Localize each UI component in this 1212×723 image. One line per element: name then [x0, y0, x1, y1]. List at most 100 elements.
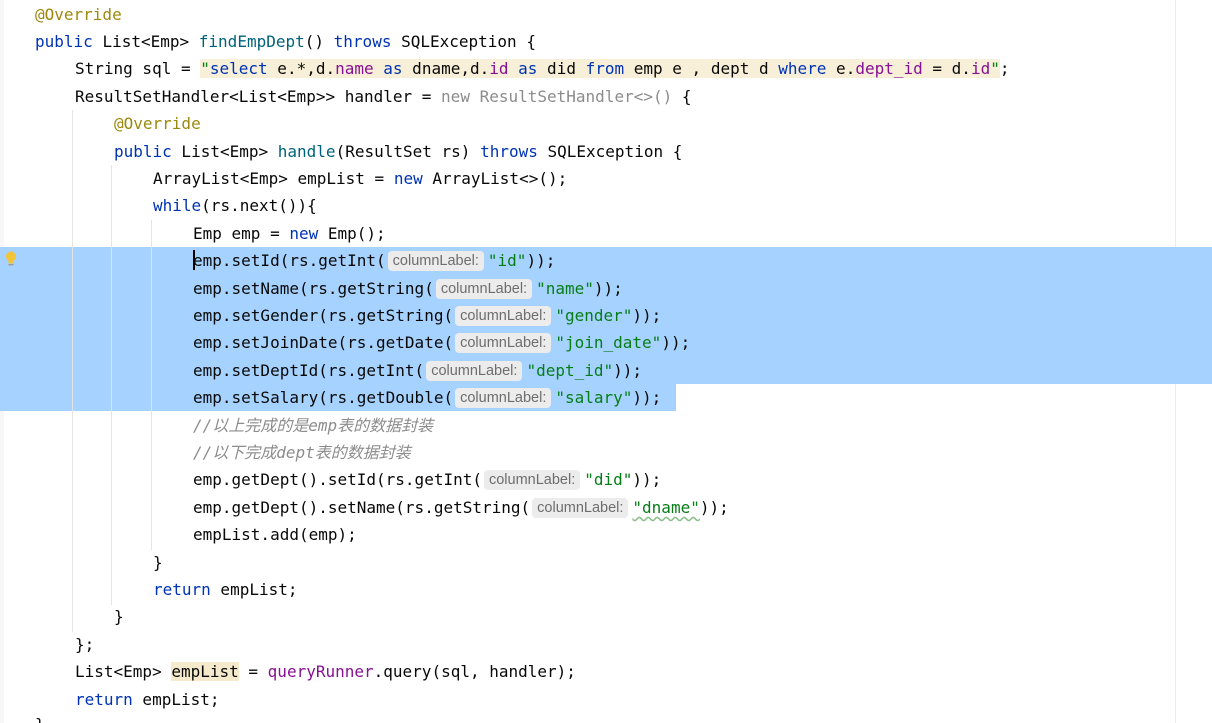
code-line: return empList;: [153, 576, 298, 603]
sql-text: emp e , dept d: [624, 59, 779, 79]
code-text: {: [672, 86, 692, 106]
code-text: ));: [613, 360, 643, 380]
code-line: emp.setDeptId(rs.getInt(columnLabel: "dep…: [193, 357, 642, 384]
code-text: List<Emp>: [75, 662, 172, 682]
code-text: empList;: [132, 689, 220, 709]
code-line: emp.setGender(rs.getString(columnLabel: "…: [193, 302, 661, 329]
code-line: while(rs.next()){: [153, 192, 317, 219]
sql-keyword: where: [778, 59, 827, 79]
code-text: SQLException {: [537, 141, 683, 161]
string-literal: "salary": [555, 388, 633, 408]
exception: SQLException {: [401, 32, 536, 51]
code-text: ));: [632, 306, 662, 325]
method-name: findEmpDept: [198, 32, 305, 51]
code-line: String sql = "select e.*,d.name as dname…: [75, 55, 1009, 82]
code-line: Emp emp = new Emp();: [193, 220, 386, 247]
keyword: new: [289, 223, 319, 243]
closing-brace: }: [114, 607, 124, 627]
code-line: public List<Emp> findEmpDept() throws SQ…: [35, 28, 536, 55]
sql-text: e.*,d.: [267, 59, 336, 79]
keyword: throws: [480, 141, 538, 161]
sql-text: dname,d.: [402, 59, 490, 79]
closing-brace: };: [75, 634, 95, 654]
sql-keyword: as: [518, 59, 538, 79]
params: (): [304, 32, 325, 51]
string-literal: "name": [536, 278, 594, 298]
code-text: ));: [632, 470, 662, 490]
sql-column: id: [489, 59, 509, 79]
code-text: ));: [526, 251, 556, 271]
sql-keyword: select: [209, 59, 268, 79]
code-text: emp.setName(rs.getString(: [193, 278, 434, 298]
lightbulb-icon[interactable]: [4, 250, 18, 268]
keyword: while: [153, 196, 202, 216]
code-text: emp.getDept().setId(rs.getInt(: [193, 470, 482, 490]
code-comment: //以上完成的是emp表的数据封装: [193, 415, 434, 435]
code-text: .query(sql, handler);: [373, 662, 576, 682]
code-line: ArrayList<Emp> empList = new ArrayList<>…: [153, 165, 567, 192]
code-comment: //以下完成dept表的数据封装: [193, 443, 411, 462]
sql-keyword: from: [585, 59, 625, 79]
keyword: new: [441, 86, 470, 106]
sql-string: "select e.*,d.name as dname,d.id as did …: [200, 59, 1000, 79]
sql-text: = d.: [922, 59, 971, 79]
semicolon: ;: [999, 59, 1010, 79]
parameter-hint: columnLabel:: [455, 388, 552, 409]
code-text: ));: [661, 333, 691, 353]
keyword: throws: [333, 32, 392, 51]
closing-brace: }: [153, 552, 163, 572]
code-line: public List<Emp> handle(ResultSet rs) th…: [114, 138, 682, 165]
sql-keyword: as: [383, 59, 403, 79]
code-text: emp.setDeptId(rs.getInt(: [193, 360, 425, 380]
keyword: return: [75, 689, 133, 709]
code-text: Emp();: [318, 223, 386, 243]
code-text: sql =: [132, 59, 201, 79]
code-line: emp.setId(rs.getInt(columnLabel: "id"));: [193, 247, 555, 274]
code-text: ));: [632, 388, 662, 408]
parameter-hint: columnLabel:: [455, 333, 552, 354]
keyword: return: [153, 580, 211, 599]
sql-column: id: [970, 59, 991, 79]
parameter-hint: columnLabel:: [387, 251, 484, 272]
code-line: emp.setJoinDate(rs.getDate(columnLabel: "…: [193, 329, 690, 356]
code-text: (rs.next()){: [201, 196, 317, 216]
code-text: ArrayList<>();: [422, 169, 568, 188]
parameter-hint: columnLabel:: [426, 360, 523, 381]
string-literal: "dept_id": [526, 360, 614, 380]
code-text: emp.setId(rs.getInt(: [193, 251, 386, 271]
keyword: new: [393, 169, 423, 188]
type: String: [75, 59, 133, 79]
selection-row: [0, 246, 1212, 274]
code-text: ArrayList<Emp> empList =: [153, 169, 394, 188]
code-text: emp.setSalary(rs.getDouble(: [193, 388, 454, 408]
code-text: =: [238, 662, 268, 682]
code-line: empList.add(emp);: [193, 525, 357, 545]
annotation: @Override: [114, 114, 201, 134]
code-line: emp.setName(rs.getString(columnLabel: "na…: [193, 275, 623, 302]
quote: ": [200, 59, 210, 79]
code-text: emp.setJoinDate(rs.getDate(: [193, 333, 454, 353]
code-text: emp.getDept().setName(rs.getString(: [193, 497, 531, 517]
indent-guide: [151, 220, 152, 550]
anonymous-class: ResultSetHandler<>(): [469, 86, 673, 106]
keyword: public: [114, 141, 172, 161]
keyword: public: [35, 32, 93, 51]
code-line: @Override: [35, 1, 122, 28]
indent-guide: [111, 165, 112, 605]
sql-column: name: [335, 59, 374, 79]
code-text: List<Emp>: [171, 141, 278, 161]
highlighted-variable: empList: [171, 662, 239, 682]
parameter-hint: columnLabel:: [532, 497, 629, 518]
return-type: List<Emp>: [102, 32, 190, 51]
code-editor[interactable]: @Override public List<Emp> findEmpDept()…: [0, 0, 1212, 723]
string-literal: "dname": [632, 497, 700, 517]
string-literal: "id": [487, 251, 527, 271]
annotation: @Override: [35, 4, 122, 24]
field-reference: queryRunner: [267, 662, 374, 682]
parameter-hint: columnLabel:: [435, 278, 533, 299]
code-line: return empList;: [75, 686, 220, 713]
parameter-hint: columnLabel:: [483, 470, 581, 491]
closing-brace: }: [35, 711, 45, 723]
